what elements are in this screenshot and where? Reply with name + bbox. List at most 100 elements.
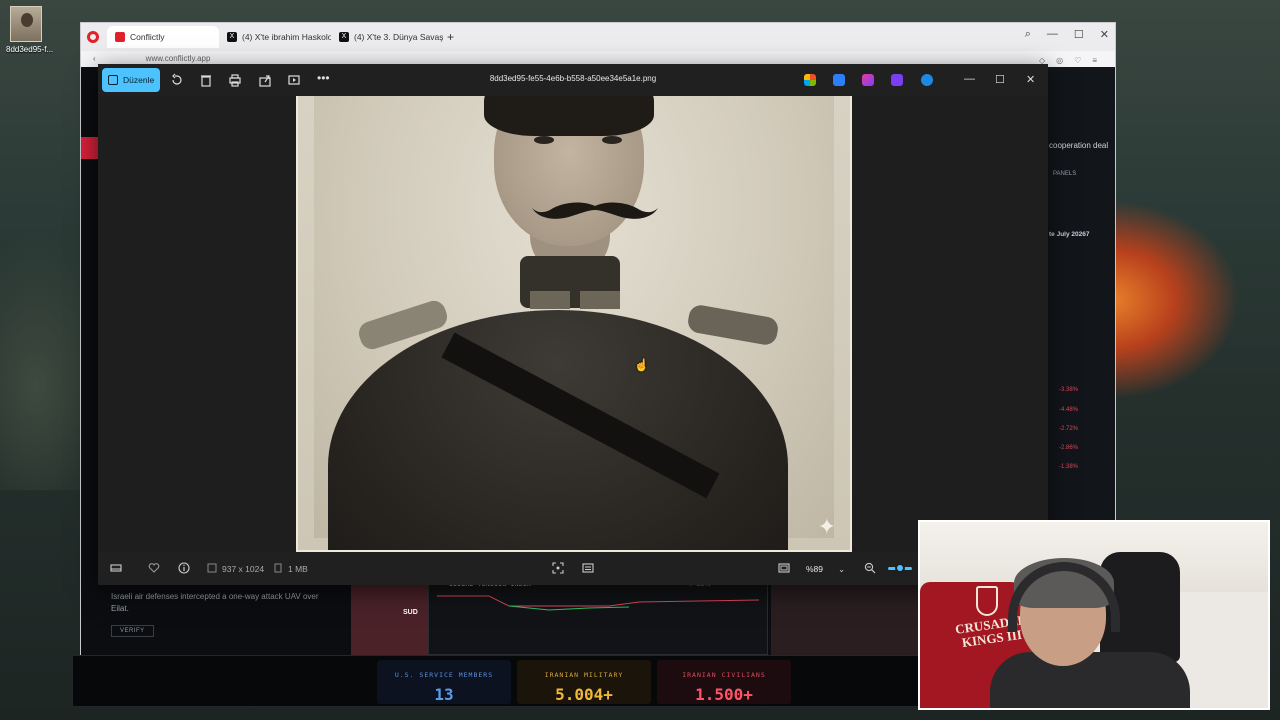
tension-line-icon xyxy=(437,595,760,611)
menu-icon[interactable]: ≡ xyxy=(1092,56,1097,65)
rotate-icon[interactable] xyxy=(170,73,184,87)
change-value: -2.72% xyxy=(1059,426,1079,432)
info-icon[interactable] xyxy=(178,562,190,574)
tab-x-1[interactable]: X (4) X'te ibrahim Haskoloğ xyxy=(219,26,331,48)
edit-button[interactable]: Düzenle xyxy=(102,68,160,92)
maximize-icon[interactable]: ☐ xyxy=(995,73,1005,86)
file-size-icon xyxy=(274,563,282,573)
onedrive-icon[interactable] xyxy=(921,74,933,86)
browser-window-controls: ⌕ — ☐ ✕ xyxy=(1025,28,1109,41)
portrait-photo[interactable]: ✦ xyxy=(296,96,852,552)
stat-value: 1.500+ xyxy=(695,685,753,704)
stat-label: IRANIAN MILITARY xyxy=(544,671,624,679)
zoom-out-icon[interactable] xyxy=(864,562,876,574)
viewer-toolbar: Düzenle ••• 8dd3ed95-fe55-4e6b-b558-a50e… xyxy=(98,64,1048,96)
change-value: -1.38% xyxy=(1059,464,1079,470)
collar-patch-left xyxy=(530,291,570,309)
stat-label: U.S. SERVICE MEMBERS xyxy=(394,671,494,679)
eye-right xyxy=(602,136,622,144)
favorite-icon[interactable] xyxy=(148,562,160,574)
hair-shape xyxy=(484,96,654,136)
close-icon[interactable]: ✕ xyxy=(1026,73,1035,86)
image-dimensions: 937 x 1024 xyxy=(222,564,265,574)
clipchamp-icon[interactable] xyxy=(862,74,874,86)
minimize-icon[interactable]: — xyxy=(964,73,975,85)
zoom-slider-handle[interactable] xyxy=(895,563,905,573)
share-icon[interactable] xyxy=(258,73,272,87)
casualty-stats-bar: U.S. SERVICE MEMBERS 13 IRANIAN MILITARY… xyxy=(72,655,920,707)
delete-icon[interactable] xyxy=(199,73,213,87)
copilot-icon[interactable] xyxy=(804,74,816,86)
designer-icon[interactable] xyxy=(891,74,903,86)
webcam-overlay: CRUSADER KINGS III xyxy=(918,520,1270,710)
file-size: 1 MB xyxy=(288,564,308,574)
new-tab-icon[interactable]: + xyxy=(447,30,454,44)
x-icon: X xyxy=(339,32,349,42)
tab-x-2[interactable]: X (4) X'te 3. Dünya Savaşı xyxy=(331,26,443,48)
stat-us-service-members: U.S. SERVICE MEMBERS 13 xyxy=(377,660,511,704)
minimize-icon[interactable]: — xyxy=(1047,28,1058,41)
verify-button[interactable]: VERIFY xyxy=(111,625,154,637)
crop-icon[interactable] xyxy=(552,562,564,574)
ai-sparkle-icon: ✦ xyxy=(817,514,836,539)
address-bar: ‹ www.conflictly.app xyxy=(81,51,1115,65)
adjust-icon[interactable] xyxy=(582,562,594,574)
change-value: -3.38% xyxy=(1059,387,1079,393)
change-value: -2.86% xyxy=(1059,445,1079,451)
tension-index-chart: GLOBAL TENSION INDEX ↓ -28% xyxy=(428,575,768,655)
news-snippet: cooperation deal xyxy=(1049,141,1109,150)
photos-viewer-window: Düzenle ••• 8dd3ed95-fe55-4e6b-b558-a50e… xyxy=(98,64,1048,585)
search-icon[interactable]: ⌕ xyxy=(1025,28,1031,41)
back-icon[interactable]: ‹ xyxy=(93,54,96,63)
chevron-down-icon[interactable]: ⌄ xyxy=(838,564,845,575)
person-body xyxy=(990,652,1190,708)
url-field[interactable]: www.conflictly.app xyxy=(146,54,211,63)
print-icon[interactable] xyxy=(228,73,242,87)
feed-item-text: Israeli air defenses intercepted a one-w… xyxy=(111,592,319,613)
extension-icon[interactable]: ♡ xyxy=(1074,56,1081,65)
file-name-title: 8dd3ed95-fe55-4e6b-b558-a50ee34e5a1e.png xyxy=(489,74,657,83)
alert-icon[interactable] xyxy=(81,137,99,159)
tab-conflictly[interactable]: Conflictly xyxy=(107,26,219,48)
x-icon: X xyxy=(227,32,237,42)
stat-value: 13 xyxy=(434,685,454,704)
eye-left xyxy=(534,136,554,144)
tab-label: (4) X'te ibrahim Haskoloğ xyxy=(242,32,331,42)
extension-icon[interactable]: ◎ xyxy=(1056,56,1063,65)
maximize-icon[interactable]: ☐ xyxy=(1074,28,1084,41)
viewer-bottom-bar: 937 x 1024 1 MB %89 ⌄ xyxy=(98,552,1048,585)
desktop-file-label: 8dd3ed95-f... xyxy=(6,45,54,54)
hand-cursor-icon: ☝ xyxy=(634,358,649,372)
map-area[interactable] xyxy=(351,585,437,655)
edit-button-label: Düzenle xyxy=(123,75,155,85)
crusader-kings-logo-icon xyxy=(976,586,998,616)
image-canvas[interactable]: ✦ ☝ xyxy=(98,96,1048,552)
mustache-icon xyxy=(532,202,658,219)
more-options-icon[interactable]: ••• xyxy=(317,71,331,85)
image-thumbnail xyxy=(10,6,42,42)
tab-label: (4) X'te 3. Dünya Savaşı xyxy=(354,32,443,42)
image-size-icon xyxy=(207,563,217,573)
slideshow-icon[interactable] xyxy=(287,73,301,87)
date-label: te July 20267 xyxy=(1049,231,1090,238)
edit-icon xyxy=(108,75,118,85)
stat-label: IRANIAN CIVILIANS xyxy=(682,671,766,679)
filmstrip-icon[interactable] xyxy=(110,562,122,574)
opera-logo-icon[interactable] xyxy=(87,31,99,43)
map-country-label: SUD xyxy=(403,609,418,616)
fit-to-window-icon[interactable] xyxy=(778,562,790,574)
close-icon[interactable]: ✕ xyxy=(1100,28,1109,41)
stat-iranian-military: IRANIAN MILITARY 5.004+ xyxy=(517,660,651,704)
tab-bar: Conflictly X (4) X'te ibrahim Haskoloğ X… xyxy=(81,23,1115,51)
desktop-file-icon[interactable]: 8dd3ed95-f... xyxy=(6,6,54,54)
tab-label: Conflictly xyxy=(130,32,165,42)
collar-patch-right xyxy=(580,291,620,309)
panels-label[interactable]: PANELS xyxy=(1053,171,1076,177)
change-value: -4.48% xyxy=(1059,407,1079,413)
stat-value: 5.004+ xyxy=(555,685,613,704)
conflictly-icon xyxy=(115,32,125,42)
zoom-level-dropdown[interactable]: %89 xyxy=(806,564,823,574)
site-right-panel xyxy=(1047,67,1115,537)
paint-icon[interactable] xyxy=(833,74,845,86)
map-area-right[interactable] xyxy=(771,575,921,655)
